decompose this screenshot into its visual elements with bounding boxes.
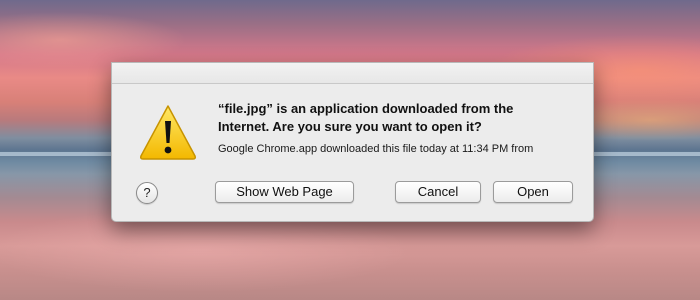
cancel-button[interactable]: Cancel [395, 181, 481, 203]
dialog-headline: “file.jpg” is an application downloaded … [218, 101, 514, 134]
open-button[interactable]: Open [493, 181, 573, 203]
help-button[interactable]: ? [136, 182, 158, 204]
show-web-page-button[interactable]: Show Web Page [215, 181, 354, 203]
warning-icon [140, 105, 196, 160]
dialog-subtext: Google Chrome.app downloaded this file t… [218, 143, 534, 155]
dialog-title-bar [112, 63, 593, 84]
help-icon: ? [143, 185, 151, 200]
security-alert-dialog: “file.jpg” is an application downloaded … [111, 62, 594, 222]
